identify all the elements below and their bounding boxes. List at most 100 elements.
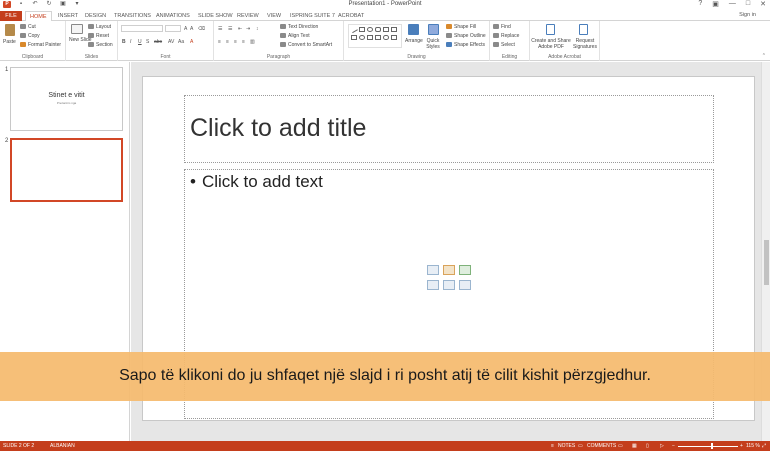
notes-icon[interactable]: ≡ — [551, 443, 554, 449]
font-size-box[interactable] — [165, 25, 181, 32]
line-spacing-icon[interactable]: ↕ — [256, 26, 259, 32]
zoom-out-icon[interactable]: − — [672, 443, 675, 449]
zoom-slider[interactable] — [678, 445, 738, 447]
tab-file[interactable]: FILE — [0, 11, 22, 21]
triangle-shape-icon[interactable] — [383, 27, 389, 32]
shape-fill-button[interactable]: Shape Fill — [446, 24, 476, 30]
bold-icon[interactable]: B — [122, 39, 126, 45]
tab-transitions[interactable]: TRANSITIONS — [114, 11, 151, 21]
columns-icon[interactable]: ▥ — [250, 39, 255, 45]
slide-thumbnail-selected[interactable] — [10, 138, 123, 202]
normal-view-icon[interactable]: ▭ — [618, 443, 623, 449]
decrease-indent-icon[interactable]: ⇤ — [238, 26, 242, 32]
slide-count-indicator[interactable]: SLIDE 2 OF 2 — [3, 443, 34, 449]
select-button[interactable]: Select — [493, 42, 515, 48]
reset-button[interactable]: Reset — [88, 33, 109, 39]
insert-video-icon[interactable] — [459, 280, 471, 290]
bullets-icon[interactable]: ☰ — [218, 26, 222, 32]
zoom-in-icon[interactable]: + — [740, 443, 743, 449]
slide-show-icon[interactable]: ▷ — [660, 443, 664, 449]
paste-button[interactable]: Paste — [3, 39, 16, 45]
clear-formatting-icon[interactable]: ⌫ — [198, 26, 205, 32]
title-placeholder[interactable]: Click to add title — [184, 95, 714, 163]
bracket-shape-icon[interactable] — [391, 35, 397, 40]
tab-acrobat[interactable]: ACROBAT — [338, 11, 364, 21]
oval-shape-icon[interactable] — [367, 27, 373, 32]
arrange-button[interactable]: Arrange — [405, 38, 423, 44]
align-right-icon[interactable]: ≡ — [234, 39, 237, 45]
convert-smartart-button[interactable]: Convert to SmartArt — [280, 42, 332, 48]
tab-design[interactable]: DESIGN — [85, 11, 106, 21]
tab-review[interactable]: REVIEW — [237, 11, 259, 21]
copy-button[interactable]: Copy — [20, 33, 40, 39]
line-shape-icon[interactable] — [350, 25, 358, 34]
tab-slide-show[interactable]: SLIDE SHOW — [198, 11, 233, 21]
paste-icon[interactable] — [5, 24, 15, 36]
collapse-ribbon-icon[interactable]: ⌃ — [762, 53, 766, 59]
align-center-icon[interactable]: ≡ — [226, 39, 229, 45]
arrange-icon[interactable] — [408, 24, 419, 35]
zoom-slider-handle[interactable] — [711, 443, 713, 449]
cut-button[interactable]: Cut — [20, 24, 36, 30]
shrink-font-icon[interactable]: A — [190, 26, 193, 32]
minimize-icon[interactable]: — — [729, 0, 736, 8]
maximize-icon[interactable]: □ — [746, 0, 750, 8]
justify-icon[interactable]: ≡ — [242, 39, 245, 45]
pentagon-shape-icon[interactable] — [351, 35, 357, 40]
quick-styles-button[interactable]: Quick Styles — [426, 38, 440, 50]
ribbon-display-options-icon[interactable]: ▣ — [712, 0, 719, 8]
sign-in-link[interactable]: Sign in — [739, 12, 756, 18]
numbering-icon[interactable]: ☰ — [228, 26, 232, 32]
notes-button[interactable]: NOTES — [558, 443, 575, 449]
font-color-icon[interactable]: A — [190, 39, 193, 45]
insert-smartart-icon[interactable] — [459, 265, 471, 275]
rectangle-shape-icon[interactable] — [359, 27, 365, 32]
format-painter-button[interactable]: Format Painter — [20, 42, 61, 48]
request-signatures-icon[interactable] — [579, 24, 588, 35]
help-icon[interactable]: ? — [698, 0, 702, 8]
scrollbar-thumb[interactable] — [764, 240, 769, 285]
text-direction-button[interactable]: Text Direction — [280, 24, 318, 30]
slide-thumbnail[interactable]: Stinet e vitit Prezantim nga — [10, 67, 123, 131]
insert-table-icon[interactable] — [427, 265, 439, 275]
shadow-icon[interactable]: S — [146, 39, 149, 45]
replace-button[interactable]: Replace — [493, 33, 519, 39]
layout-button[interactable]: Layout — [88, 24, 111, 30]
change-case-icon[interactable]: Aa — [178, 39, 184, 45]
section-button[interactable]: Section — [88, 42, 113, 48]
zoom-level[interactable]: 115 % — [746, 443, 760, 449]
align-left-icon[interactable]: ≡ — [218, 39, 221, 45]
insert-online-picture-icon[interactable] — [443, 280, 455, 290]
increase-indent-icon[interactable]: ⇥ — [246, 26, 250, 32]
shapes-gallery[interactable] — [348, 24, 402, 48]
align-text-button[interactable]: Align Text — [280, 33, 310, 39]
request-signatures-button[interactable]: Request Signatures — [572, 38, 598, 50]
fit-to-window-icon[interactable]: ⤢ — [762, 443, 766, 449]
star-shape-icon[interactable] — [375, 35, 381, 40]
italic-icon[interactable]: I — [130, 39, 131, 45]
callout-shape-icon[interactable] — [367, 35, 373, 40]
arrow-shape-icon[interactable] — [391, 27, 397, 32]
new-slide-icon[interactable] — [71, 24, 83, 34]
close-icon[interactable]: ✕ — [760, 0, 766, 8]
insert-chart-icon[interactable] — [443, 265, 455, 275]
comments-icon[interactable]: ▭ — [578, 443, 583, 449]
grow-font-icon[interactable]: A — [184, 26, 187, 32]
shape-outline-button[interactable]: Shape Outline — [446, 33, 486, 39]
tab-animations[interactable]: ANIMATIONS — [156, 11, 190, 21]
brace-shape-icon[interactable] — [383, 35, 389, 40]
shape-effects-button[interactable]: Shape Effects — [446, 42, 485, 48]
tab-view[interactable]: VIEW — [267, 11, 281, 21]
tab-ispring-suite[interactable]: ISPRING SUITE 7 — [290, 11, 335, 21]
create-pdf-icon[interactable] — [546, 24, 555, 35]
reading-view-icon[interactable]: ▯ — [646, 443, 649, 449]
tab-insert[interactable]: INSERT — [58, 11, 78, 21]
quick-styles-icon[interactable] — [428, 24, 439, 35]
font-name-box[interactable] — [121, 25, 163, 32]
character-spacing-icon[interactable]: AV — [168, 39, 174, 45]
comments-button[interactable]: COMMENTS — [587, 443, 616, 449]
strikethrough-icon[interactable]: abc — [154, 39, 162, 45]
underline-icon[interactable]: U — [138, 39, 142, 45]
language-indicator[interactable]: ALBANIAN — [50, 443, 75, 449]
slide-sorter-icon[interactable]: ▦ — [632, 443, 637, 449]
